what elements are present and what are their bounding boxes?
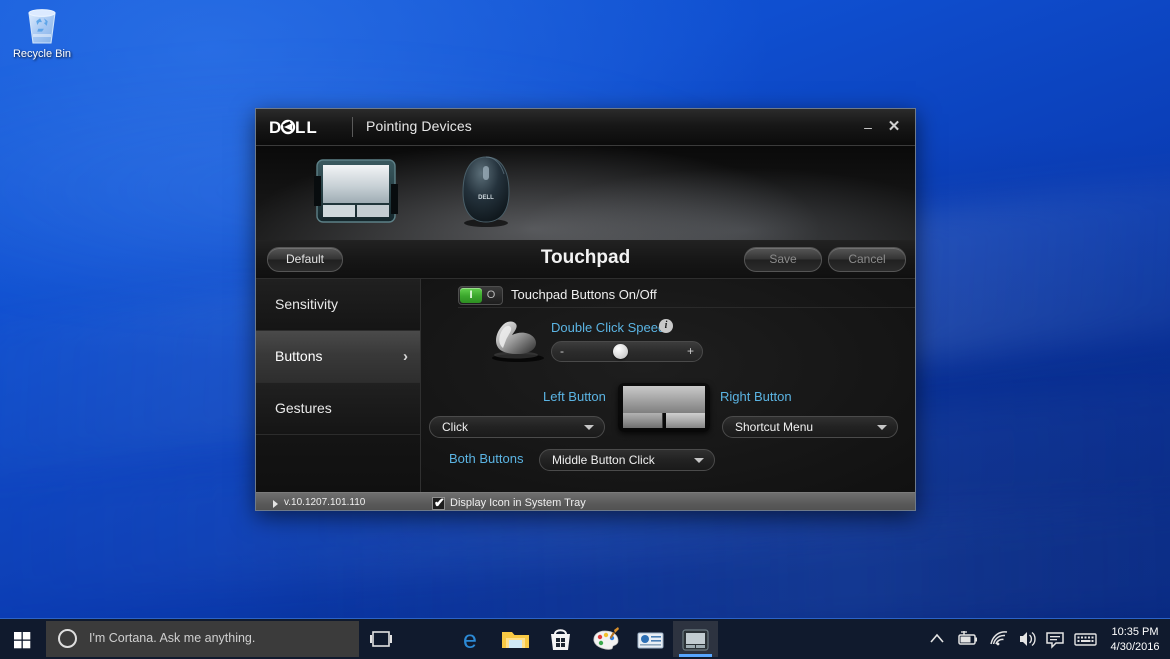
slider-thumb[interactable]	[613, 344, 628, 359]
file-explorer-icon	[502, 632, 529, 648]
sidebar-item-label: Gestures	[275, 400, 332, 416]
chevron-down-icon	[694, 458, 704, 463]
svg-text:D: D	[269, 118, 282, 136]
taskbar-app-dell-touchpad[interactable]	[673, 621, 718, 657]
both-buttons-selected-value: Middle Button Click	[552, 453, 655, 467]
minimize-button[interactable]: –	[857, 116, 879, 138]
desktop-icon-recycle-bin[interactable]: Recycle Bin	[4, 4, 80, 68]
sidebar-filler	[256, 435, 420, 496]
right-button-dropdown[interactable]: Shortcut Menu	[722, 416, 898, 438]
window-title: Pointing Devices	[366, 118, 472, 134]
sidebar-item-sensitivity[interactable]: Sensitivity	[256, 279, 420, 331]
taskbar-app-edge[interactable]: e	[448, 621, 493, 657]
dell-pointing-devices-window: D LL Pointing Devices – ✕ DELL Default T…	[255, 108, 916, 511]
clock-time: 10:35 PM	[1111, 626, 1159, 638]
chevron-down-icon	[877, 425, 887, 430]
cancel-button[interactable]: Cancel	[828, 247, 906, 272]
edge-icon: e	[463, 626, 477, 654]
expand-arrow-icon[interactable]	[273, 500, 278, 508]
slider-decrease-icon[interactable]: -	[560, 342, 564, 361]
active-app-indicator	[679, 654, 712, 657]
taskbar-app-store[interactable]	[538, 621, 583, 657]
mouse-device-icon[interactable]: DELL	[459, 154, 513, 228]
taskbar-app-file-explorer[interactable]	[493, 621, 538, 657]
titlebar-divider	[352, 117, 353, 137]
tray-chevron-up-icon[interactable]	[922, 619, 952, 659]
settings-content-panel: I O Touchpad Buttons On/Off Double Click…	[421, 279, 915, 492]
window-titlebar[interactable]: D LL Pointing Devices – ✕	[256, 109, 915, 146]
tray-volume-icon[interactable]	[1012, 619, 1042, 659]
toggle-off-segment: O	[486, 289, 496, 301]
settings-icon	[637, 632, 664, 649]
touchpad-left-button-area	[623, 413, 663, 428]
sidebar-item-buttons[interactable]: Buttons ›	[256, 331, 420, 383]
double-click-speed-label: Double Click Speed	[551, 320, 666, 335]
checkmark-icon: ✔	[434, 495, 445, 510]
close-button[interactable]: ✕	[883, 116, 905, 138]
sidebar-nav: Sensitivity Buttons › Gestures	[256, 279, 421, 496]
tray-action-center-icon[interactable]	[1040, 619, 1070, 659]
recycle-bin-label: Recycle Bin	[12, 48, 72, 60]
double-click-speed-slider[interactable]: - +	[551, 341, 703, 362]
task-view-button[interactable]	[362, 621, 400, 657]
clock-date: 4/30/2016	[1110, 640, 1160, 653]
window-statusbar: v.10.1207.101.110 ✔ Display Icon in Syst…	[256, 492, 915, 510]
windows-start-icon	[14, 632, 31, 649]
desktop-background: Recycle Bin D LL Pointing Devices – ✕ DE…	[0, 0, 1170, 618]
window-header-row: Default Touchpad Save Cancel	[256, 240, 915, 279]
task-view-icon	[370, 631, 392, 647]
taskbar-clock[interactable]: 10:35 PM 4/30/2016	[1104, 619, 1166, 659]
taskbar-app-paint[interactable]	[583, 621, 628, 657]
toggle-on-segment: I	[460, 288, 482, 303]
device-banner: DELL	[256, 146, 915, 240]
clicking-hand-icon	[484, 315, 554, 363]
tray-wifi-icon[interactable]	[984, 619, 1014, 659]
tray-keyboard-icon[interactable]	[1070, 619, 1100, 659]
sidebar-item-label: Buttons	[275, 348, 323, 364]
recycle-bin-icon	[20, 4, 64, 46]
touchpad-right-button-area	[666, 413, 705, 428]
touchpad-diagram-icon	[618, 383, 710, 432]
cortana-placeholder: I'm Cortana. Ask me anything.	[89, 631, 256, 645]
touchpad-surface	[623, 386, 705, 413]
right-button-label: Right Button	[720, 389, 792, 404]
dell-touchpad-icon	[682, 629, 709, 651]
paint-icon	[593, 627, 619, 650]
save-button[interactable]: Save	[744, 247, 822, 272]
svg-text:DELL: DELL	[478, 195, 494, 201]
taskbar-app-settings[interactable]	[628, 621, 673, 657]
display-tray-icon-checkbox[interactable]: ✔	[432, 495, 445, 510]
touchpad-buttons-toggle[interactable]: I O	[458, 286, 503, 305]
info-icon[interactable]: i	[659, 319, 673, 333]
touchpad-buttons-toggle-label: Touchpad Buttons On/Off	[511, 287, 657, 302]
window-body: Sensitivity Buttons › Gestures I O Touch…	[256, 279, 915, 496]
slider-increase-icon[interactable]: +	[687, 342, 694, 361]
default-button[interactable]: Default	[267, 247, 343, 272]
touchpad-device-icon[interactable]	[314, 158, 398, 226]
left-button-label: Left Button	[543, 389, 606, 404]
left-button-selected-value: Click	[442, 420, 468, 434]
sidebar-item-gestures[interactable]: Gestures	[256, 383, 420, 435]
tray-battery-icon[interactable]	[952, 619, 982, 659]
version-label: v.10.1207.101.110	[284, 497, 366, 508]
sidebar-item-label: Sensitivity	[275, 296, 339, 312]
cortana-search-box[interactable]: I'm Cortana. Ask me anything.	[46, 621, 359, 657]
svg-text:e: e	[463, 626, 477, 654]
cortana-circle-icon	[58, 629, 77, 648]
both-buttons-dropdown[interactable]: Middle Button Click	[539, 449, 715, 471]
chevron-right-icon: ›	[403, 348, 408, 365]
store-icon	[551, 629, 570, 650]
windows-taskbar: I'm Cortana. Ask me anything. e 10:35 PM…	[0, 618, 1170, 659]
start-button[interactable]	[0, 619, 46, 658]
right-button-selected-value: Shortcut Menu	[735, 420, 814, 434]
left-button-dropdown[interactable]: Click	[429, 416, 605, 438]
section-divider	[458, 307, 915, 308]
chevron-down-icon	[584, 425, 594, 430]
svg-text:LL: LL	[295, 118, 318, 136]
display-tray-icon-label: Display Icon in System Tray	[450, 497, 586, 509]
both-buttons-label: Both Buttons	[449, 451, 524, 466]
dell-logo-icon: D LL	[269, 118, 339, 136]
